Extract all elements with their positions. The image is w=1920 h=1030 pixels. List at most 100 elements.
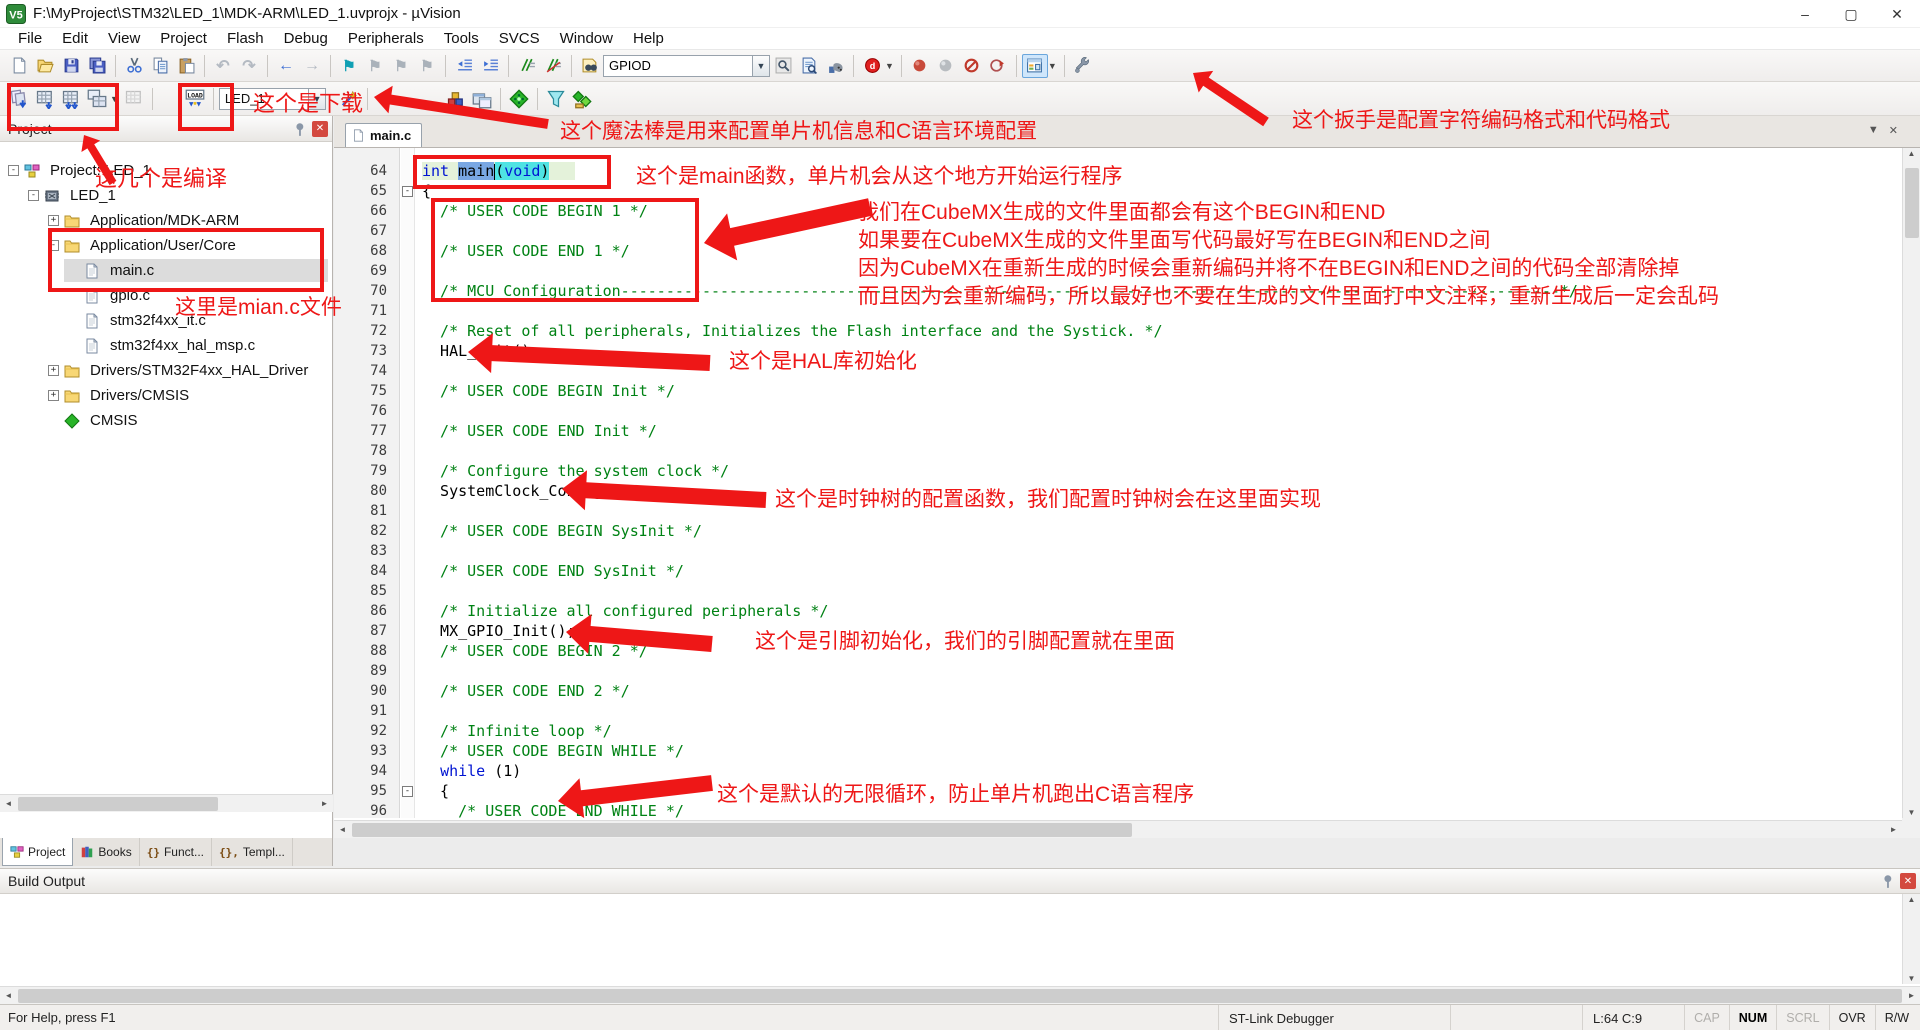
code-line-73[interactable]: 73 HAL_Init();: [334, 341, 1902, 361]
code-line-85[interactable]: 85: [334, 581, 1902, 601]
search-dropdown-icon[interactable]: ▼: [753, 55, 770, 77]
panel-tab-project[interactable]: Project: [2, 838, 73, 866]
manage-rte-icon[interactable]: [506, 87, 532, 111]
indent-icon[interactable]: [477, 54, 503, 78]
menu-view[interactable]: View: [98, 28, 150, 49]
scroll-right-icon[interactable]: ►: [316, 795, 333, 812]
start-stop-debug-icon[interactable]: d: [859, 54, 885, 78]
code-line-76[interactable]: 76: [334, 401, 1902, 421]
code-area[interactable]: 64int main(void)65-{66 /* USER CODE BEGI…: [334, 148, 1902, 818]
navigate-forward-icon[interactable]: →: [299, 54, 325, 78]
code-line-89[interactable]: 89: [334, 661, 1902, 681]
fold-collapse-icon[interactable]: -: [402, 786, 413, 797]
collapse-icon[interactable]: -: [48, 240, 59, 251]
build-icon[interactable]: [32, 87, 58, 111]
scrollbar-thumb[interactable]: [352, 823, 1132, 837]
code-line-66[interactable]: 66 /* USER CODE BEGIN 1 */: [334, 201, 1902, 221]
tree-item-stm32f4xx-hal-msp-c[interactable]: stm32f4xx_hal_msp.c: [0, 333, 332, 358]
code-line-80[interactable]: 80 SystemClock_Config();: [334, 481, 1902, 501]
search-combo[interactable]: [603, 55, 753, 77]
target-select[interactable]: LED_1: [219, 88, 309, 110]
breakpoint-icon[interactable]: [907, 54, 933, 78]
new-file-icon[interactable]: [6, 54, 32, 78]
pin-icon[interactable]: [1881, 873, 1897, 889]
start-stop-debug-icon-dropdown[interactable]: ▼: [885, 61, 894, 71]
tree-item-led-1[interactable]: -LED_1: [0, 183, 332, 208]
code-line-88[interactable]: 88 /* USER CODE BEGIN 2 */: [334, 641, 1902, 661]
panel-tab-funct[interactable]: {}Funct...: [140, 838, 212, 866]
multi-window-icon[interactable]: [469, 87, 495, 111]
expand-icon[interactable]: +: [48, 365, 59, 376]
code-line-84[interactable]: 84 /* USER CODE END SysInit */: [334, 561, 1902, 581]
code-line-67[interactable]: 67: [334, 221, 1902, 241]
code-line-81[interactable]: 81: [334, 501, 1902, 521]
code-line-87[interactable]: 87 MX_GPIO_Init();: [334, 621, 1902, 641]
scroll-right-icon[interactable]: ►: [1903, 987, 1920, 1004]
editor-vscrollbar[interactable]: ▲ ▼: [1902, 148, 1920, 818]
find-icon[interactable]: [770, 54, 796, 78]
tree-item-drivers-stm32f4xx-hal-driver[interactable]: +Drivers/STM32F4xx_HAL_Driver: [0, 358, 332, 383]
code-line-96[interactable]: 96 /* USER CODE END WHILE */: [334, 801, 1902, 818]
menu-project[interactable]: Project: [150, 28, 217, 49]
disable-breakpoint-icon[interactable]: [933, 54, 959, 78]
enable-breakpoints-icon[interactable]: [985, 54, 1011, 78]
options-wand-icon[interactable]: [336, 87, 362, 111]
comment-icon[interactable]: [514, 54, 540, 78]
tab-list-dropdown-icon[interactable]: ▼: [1868, 124, 1879, 137]
save-icon[interactable]: [58, 54, 84, 78]
save-all-icon[interactable]: [84, 54, 110, 78]
batch-build-icon[interactable]: [84, 87, 110, 111]
menu-peripherals[interactable]: Peripherals: [338, 28, 434, 49]
maximize-button[interactable]: ▢: [1828, 0, 1874, 28]
code-line-82[interactable]: 82 /* USER CODE BEGIN SysInit */: [334, 521, 1902, 541]
kill-breakpoints-icon[interactable]: [959, 54, 985, 78]
tree-item-main-c[interactable]: main.c: [0, 258, 332, 283]
code-line-94[interactable]: 94 while (1): [334, 761, 1902, 781]
close-button[interactable]: ✕: [1874, 0, 1920, 28]
tree-item-application-mdk-arm[interactable]: +Application/MDK-ARM: [0, 208, 332, 233]
debug-gamepad-icon[interactable]: [822, 54, 848, 78]
paste-icon[interactable]: [173, 54, 199, 78]
configuration-wrench-icon[interactable]: [1070, 54, 1096, 78]
scroll-left-icon[interactable]: ◄: [334, 821, 351, 838]
code-line-72[interactable]: 72 /* Reset of all peripherals, Initiali…: [334, 321, 1902, 341]
pin-icon[interactable]: [293, 121, 309, 137]
build-output-hscrollbar[interactable]: ◄ ►: [0, 986, 1920, 1004]
expand-icon[interactable]: +: [48, 215, 59, 226]
open-file-icon[interactable]: [32, 54, 58, 78]
scroll-left-icon[interactable]: ◄: [0, 987, 17, 1004]
menu-help[interactable]: Help: [623, 28, 674, 49]
code-line-65[interactable]: 65-{: [334, 181, 1902, 201]
redo-icon[interactable]: ↷: [236, 54, 262, 78]
find-in-files-icon[interactable]: [577, 54, 603, 78]
tree-item-drivers-cmsis[interactable]: +Drivers/CMSIS: [0, 383, 332, 408]
target-dropdown-icon[interactable]: ▼: [309, 88, 326, 110]
rebuild-icon[interactable]: [58, 87, 84, 111]
menu-debug[interactable]: Debug: [274, 28, 338, 49]
tree-item-gpio-c[interactable]: gpio.c: [0, 283, 332, 308]
editor-hscrollbar[interactable]: ◄ ►: [334, 820, 1902, 838]
code-line-92[interactable]: 92 /* Infinite loop */: [334, 721, 1902, 741]
search-input[interactable]: [609, 58, 752, 73]
menu-svcs[interactable]: SVCS: [489, 28, 550, 49]
panel-tab-templ[interactable]: {},Templ...: [212, 838, 293, 866]
scrollbar-thumb[interactable]: [18, 797, 218, 811]
code-line-95[interactable]: 95- {: [334, 781, 1902, 801]
window-layout-icon[interactable]: [1022, 54, 1048, 78]
code-line-68[interactable]: 68 /* USER CODE END 1 */: [334, 241, 1902, 261]
manage-items-icon[interactable]: [443, 87, 469, 111]
code-line-75[interactable]: 75 /* USER CODE BEGIN Init */: [334, 381, 1902, 401]
scroll-down-icon[interactable]: ▼: [1903, 808, 1920, 817]
batch-build-icon-dropdown[interactable]: ▼: [110, 94, 119, 104]
scroll-up-icon[interactable]: ▲: [1903, 149, 1920, 158]
cut-icon[interactable]: [121, 54, 147, 78]
scroll-up-icon[interactable]: ▲: [1903, 895, 1920, 904]
code-line-70[interactable]: 70 /* MCU Configuration-----------------…: [334, 281, 1902, 301]
incremental-find-icon[interactable]: [796, 54, 822, 78]
code-line-91[interactable]: 91: [334, 701, 1902, 721]
panel-tab-books[interactable]: Books: [73, 838, 139, 866]
tree-item-cmsis[interactable]: CMSIS: [0, 408, 332, 433]
menu-edit[interactable]: Edit: [52, 28, 98, 49]
uncomment-icon[interactable]: [540, 54, 566, 78]
scroll-down-icon[interactable]: ▼: [1903, 974, 1920, 983]
